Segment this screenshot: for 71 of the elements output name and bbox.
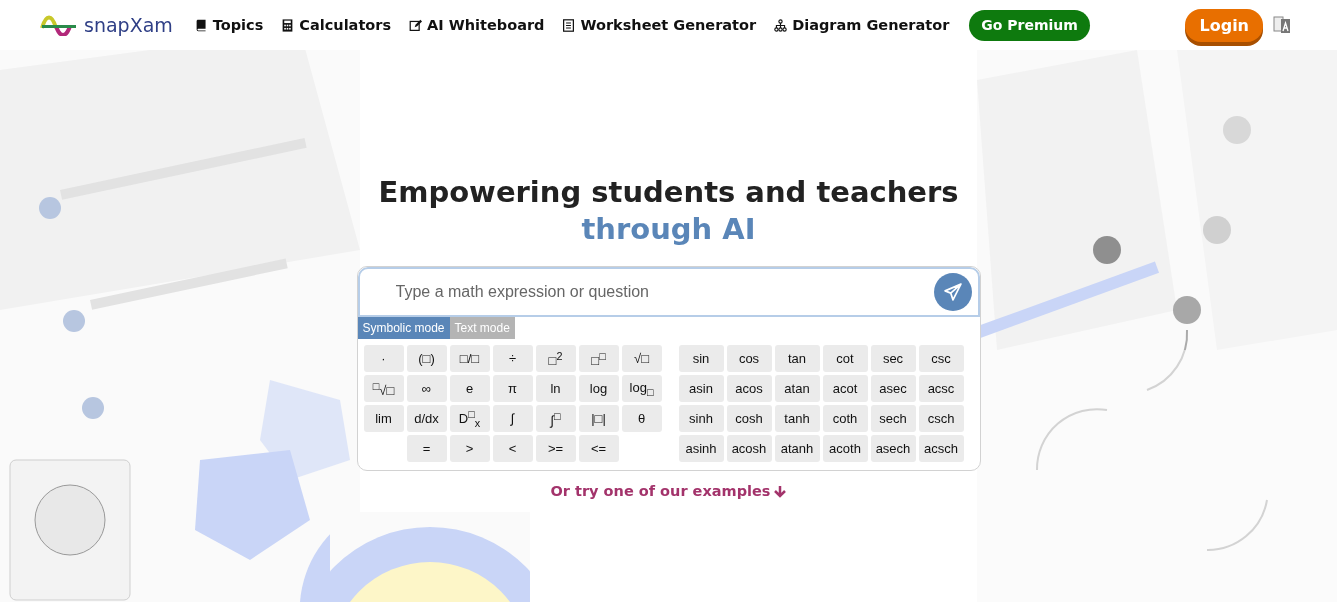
keypad-key[interactable]: · [363, 345, 404, 372]
edit-icon [409, 18, 423, 32]
nav-link[interactable]: AI Whiteboard [409, 17, 545, 33]
keypad-key[interactable]: asinh [678, 435, 724, 462]
premium-button[interactable]: Go Premium [969, 9, 1090, 41]
document-icon [562, 18, 576, 32]
book-icon [194, 18, 208, 32]
keypad-key[interactable]: asec [870, 375, 916, 402]
keypad-key[interactable]: □$^{2}$ [535, 345, 576, 372]
nav-link[interactable]: Worksheet Generator [562, 17, 757, 33]
keypad-key[interactable]: log$_{□}$ [621, 375, 662, 402]
keypad-key[interactable]: acot [822, 375, 868, 402]
keypad-key[interactable]: atan [774, 375, 820, 402]
brand-name[interactable]: snapXam [84, 14, 173, 36]
keypad-key[interactable]: sec [870, 345, 916, 372]
keypad-key[interactable]: lim [363, 405, 404, 432]
nav-link[interactable]: Topics [194, 17, 264, 33]
keypad-key[interactable]: θ [621, 405, 662, 432]
keypad-key[interactable]: ln [535, 375, 576, 402]
send-button[interactable] [933, 273, 972, 311]
keypad-key[interactable]: ÷ [492, 345, 533, 372]
keypad-key[interactable]: ∞ [406, 375, 447, 402]
hero-highlight: through AI [581, 211, 756, 248]
hero-title: Empowering students and teachers [378, 174, 959, 210]
keypad-key[interactable]: > [449, 435, 490, 462]
keypad-key[interactable]: = [406, 435, 447, 462]
keypad-key[interactable]: >= [535, 435, 576, 462]
keypad-key[interactable]: □/□ [449, 345, 490, 372]
keypad-key[interactable]: |□| [578, 405, 619, 432]
keypad-key[interactable]: (□) [406, 345, 447, 372]
keypad-key[interactable]: cot [822, 345, 868, 372]
keypad-key[interactable]: acoth [822, 435, 868, 462]
keypad-key[interactable]: □$^{□}$ [578, 345, 619, 372]
keypad-key[interactable]: sech [870, 405, 916, 432]
nav-link[interactable]: Diagram Generator [774, 17, 950, 33]
nav-link[interactable]: Calculators [281, 17, 392, 33]
keypad-key[interactable]: csc [918, 345, 964, 372]
keypad-key[interactable]: ∫ [492, 405, 533, 432]
keypad-key[interactable]: √□ [621, 345, 662, 372]
keypad-key[interactable]: < [492, 435, 533, 462]
keypad-key[interactable]: log [578, 375, 619, 402]
keypad-key[interactable]: csch [918, 405, 964, 432]
keypad-key[interactable]: acosh [726, 435, 772, 462]
keypad-key[interactable]: ∫$^{□}$ [535, 405, 576, 432]
examples-link[interactable]: Or try one of our examples [550, 483, 787, 499]
keypad-key[interactable]: cosh [726, 405, 772, 432]
keypad-key[interactable]: tan [774, 345, 820, 372]
translate-icon[interactable] [1273, 15, 1291, 35]
send-icon [943, 283, 962, 301]
search-field[interactable]: Type a math expression or question [357, 267, 980, 317]
keypad-key[interactable]: asech [870, 435, 916, 462]
keypad-key[interactable]: acsch [918, 435, 964, 462]
keypad-key[interactable]: coth [822, 405, 868, 432]
keypad-key[interactable]: cos [726, 345, 772, 372]
keypad-key[interactable]: sinh [678, 405, 724, 432]
arrow-down-icon [774, 484, 787, 498]
keypad-key[interactable]: atanh [774, 435, 820, 462]
keypad-key[interactable]: acos [726, 375, 772, 402]
keypad-key[interactable]: <= [578, 435, 619, 462]
keypad-key[interactable]: e [449, 375, 490, 402]
mode-tab[interactable]: Symbolic mode [357, 317, 450, 339]
keypad-key[interactable]: π [492, 375, 533, 402]
sitemap-icon [774, 18, 788, 32]
keypad-key[interactable]: tanh [774, 405, 820, 432]
logo-icon [40, 14, 78, 36]
keypad-key[interactable]: asin [678, 375, 724, 402]
keypad-key[interactable]: acsc [918, 375, 964, 402]
keypad-key[interactable]: sin [678, 345, 724, 372]
keypad-key[interactable]: $^{□}$√□ [363, 375, 404, 402]
calculator-icon [281, 18, 295, 32]
keypad-key[interactable]: d/dx [406, 405, 447, 432]
